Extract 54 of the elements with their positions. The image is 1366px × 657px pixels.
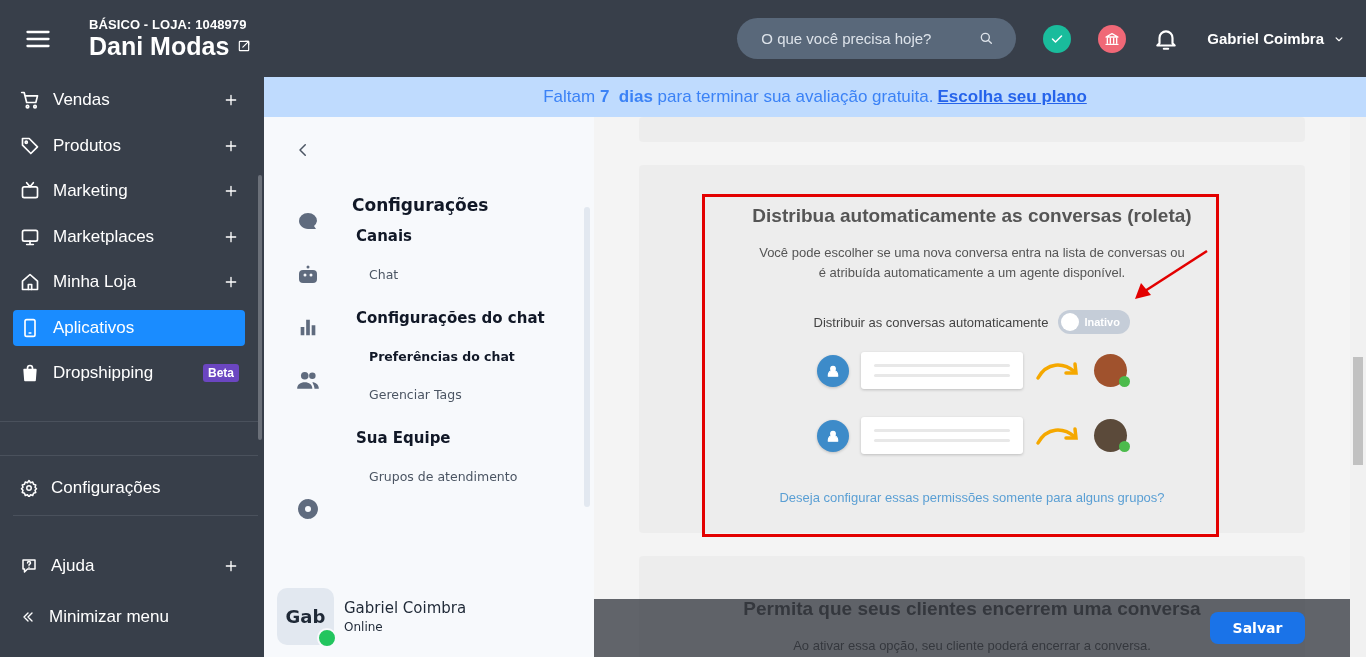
search-icon [978, 30, 995, 46]
panel-title: Configurações [352, 195, 490, 215]
card-heading: Distribua automaticamente as conversas (roleta) [752, 205, 1192, 227]
contact-icon [826, 363, 840, 378]
help-icon [20, 557, 38, 575]
check-button[interactable] [1043, 24, 1072, 53]
settings-menu-item[interactable]: Grupos de atendimento [369, 469, 545, 484]
choose-plan-link[interactable]: Escolha seu plano [937, 87, 1087, 107]
curved-arrow-icon [1035, 424, 1081, 447]
bank-icon [1104, 30, 1121, 47]
plus-icon [223, 92, 239, 108]
sidebar-item[interactable]: Configurações [13, 469, 245, 506]
plus-icon [223, 558, 239, 574]
minimize-menu-button[interactable]: Minimizar menu [13, 599, 245, 635]
bank-button[interactable] [1098, 24, 1127, 53]
contact-icon [826, 428, 840, 443]
user-name: Gabriel Coimbra [344, 599, 467, 617]
settings-menu-item[interactable]: Chat [369, 267, 545, 282]
user-menu[interactable]: Gabriel Coimbra [1207, 30, 1346, 47]
card-description: Você pode escolher se uma nova conversa entra na lista de conversas ou é atribuída automaticamente a um agente disponível. [758, 244, 1186, 282]
section-heading: Sua Equipe [356, 429, 452, 447]
store-plan: BÁSICO - LOJA: 1048979 [89, 16, 248, 32]
external-link-icon [237, 39, 252, 53]
sidebar-item[interactable]: Produtos [13, 127, 245, 164]
section-heading: Canais [356, 227, 413, 245]
plus-icon [223, 274, 239, 290]
settings-menu-item[interactable]: Gerenciar Tags [369, 387, 545, 402]
house-icon [20, 272, 40, 292]
sidebar-item[interactable]: Dropshipping Beta [13, 355, 245, 391]
beta-badge: Beta [203, 364, 239, 382]
user-status: Online [344, 620, 384, 634]
store-name: Dani Modas [89, 31, 230, 61]
search-field[interactable]: O que você precisa hoje? [737, 18, 1017, 59]
trial-notice: Faltam 7 dias para terminar sua avaliação gratuita. [543, 87, 934, 107]
sidebar-item[interactable]: Minha Loja [13, 264, 245, 300]
sidebar-item[interactable]: Vendas [13, 82, 245, 118]
settings-menu-item[interactable]: Preferências do chat [369, 349, 545, 364]
user-avatar: Gab [277, 588, 334, 645]
section-heading: Configurações do chat [356, 309, 545, 327]
scrollbar-thumb[interactable] [1353, 357, 1363, 465]
tv-icon [20, 181, 40, 201]
scrollbar-thumb[interactable] [258, 175, 262, 440]
save-button[interactable]: Salvar [1210, 612, 1305, 644]
plus-icon [223, 183, 239, 199]
bag-icon [20, 363, 40, 383]
sidebar-item[interactable]: Marketplaces [13, 218, 245, 255]
tag-icon [20, 135, 40, 156]
cart-icon [20, 90, 40, 110]
agent-avatar [1094, 419, 1127, 452]
sidebar-item[interactable]: Marketing [13, 173, 245, 209]
sidebar-item[interactable]: Ajuda [13, 548, 245, 584]
agent-avatar [1094, 354, 1127, 387]
curved-arrow-icon [1035, 359, 1081, 382]
toggle-label: Distribuir as conversas automaticamente [813, 314, 1049, 330]
